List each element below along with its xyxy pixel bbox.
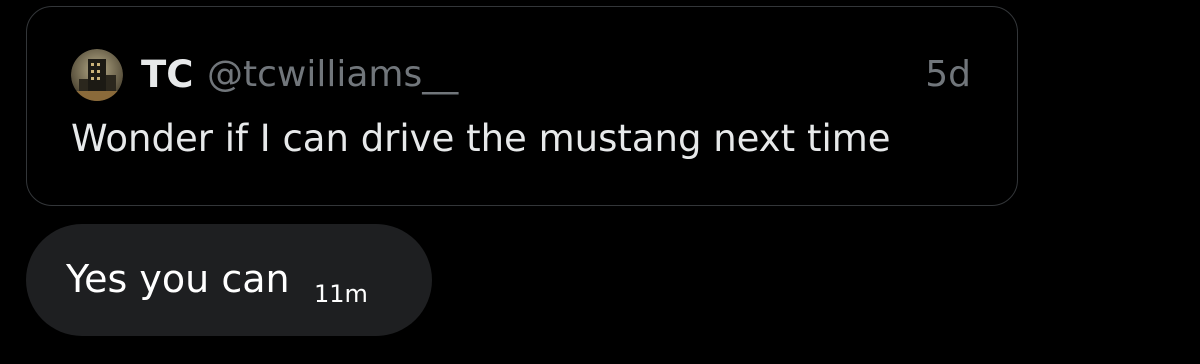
reply-message-bubble[interactable]: Yes you can 11m	[26, 224, 432, 336]
author-name[interactable]: TC	[141, 51, 193, 99]
reply-message-text: Yes you can	[66, 257, 290, 301]
avatar-photo-icon	[71, 49, 123, 101]
author-handle[interactable]: @tcwilliams__	[207, 51, 458, 99]
dm-conversation: TC @tcwilliams__ 5d Wonder if I can driv…	[0, 0, 1200, 364]
post-timestamp: 5d	[925, 54, 971, 95]
reply-message-timestamp: 11m	[314, 280, 368, 308]
quoted-post-text: Wonder if I can drive the mustang next t…	[71, 117, 891, 160]
quoted-post-card[interactable]: TC @tcwilliams__ 5d Wonder if I can driv…	[26, 6, 1018, 206]
avatar[interactable]	[71, 49, 123, 101]
